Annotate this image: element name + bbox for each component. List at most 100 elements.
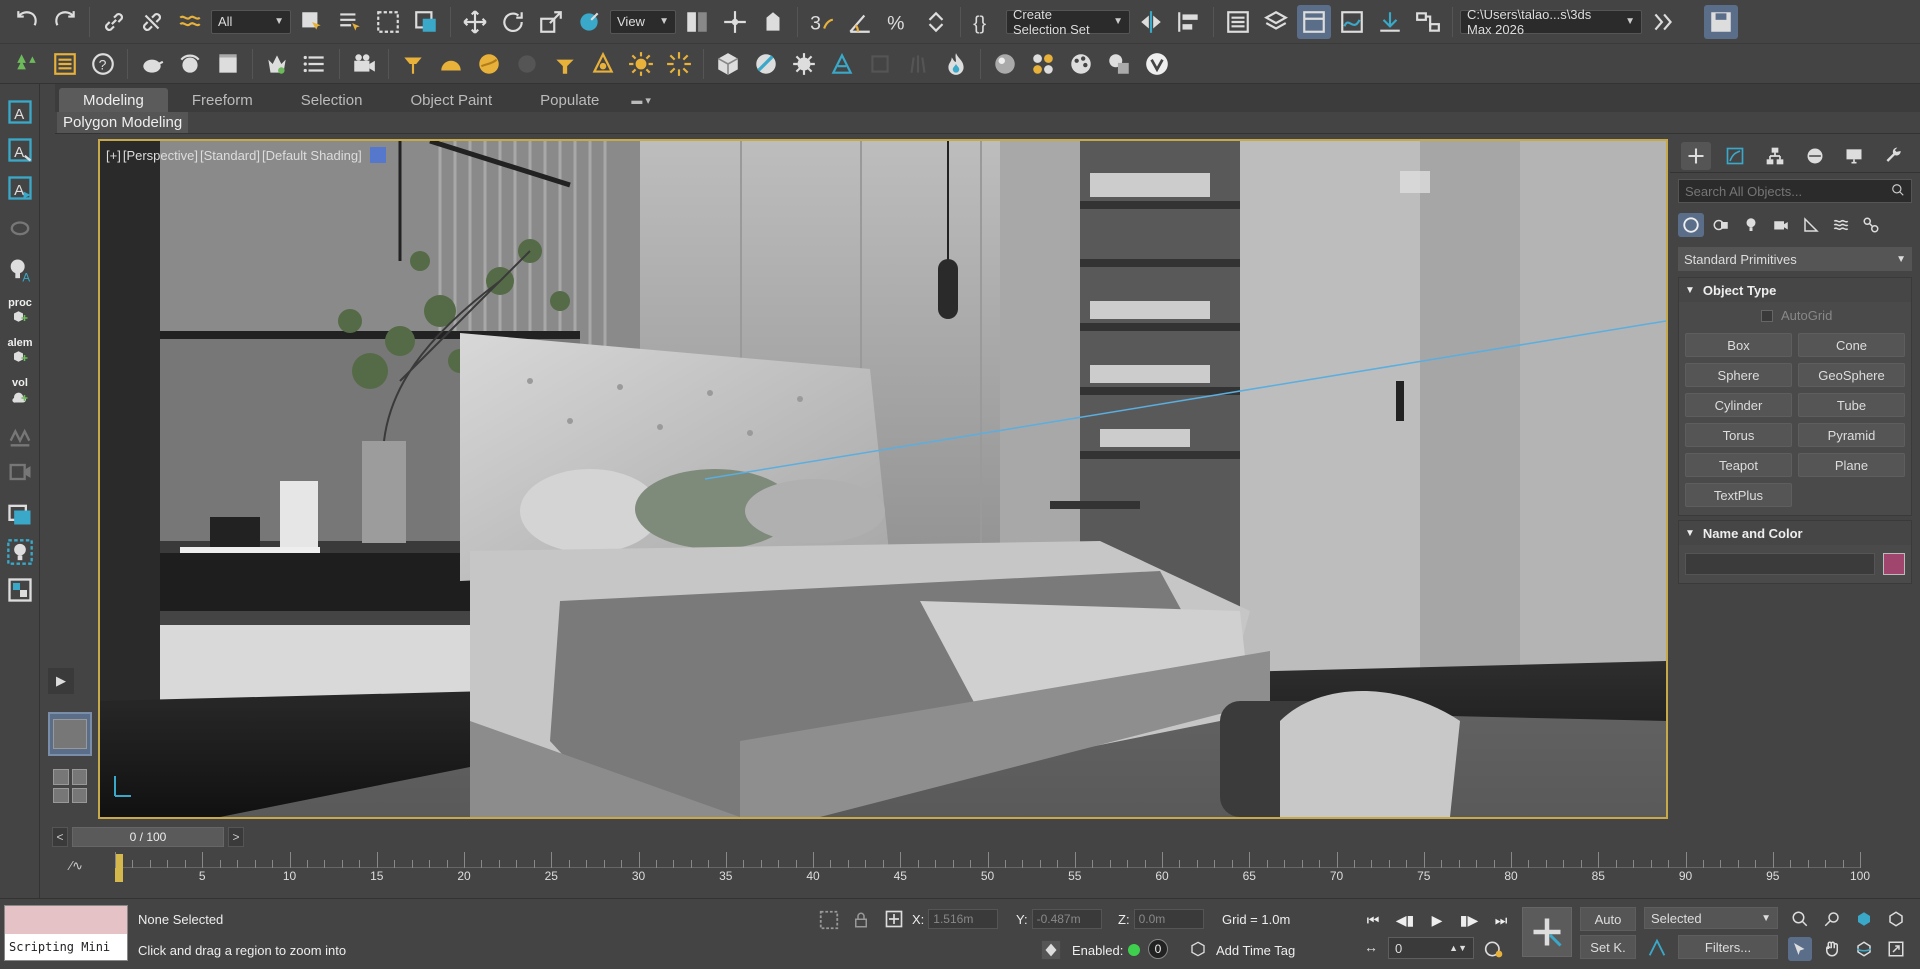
snap-toggle-icon[interactable]: 3 [805,5,839,39]
autogrid-option[interactable]: AutoGrid [1679,302,1911,329]
current-frame-field[interactable]: 0 ▲▼ [1388,937,1474,959]
create-tab-plus-icon[interactable] [1680,141,1711,170]
mirror-icon[interactable] [1134,5,1168,39]
systems-category-icon[interactable] [1858,213,1884,237]
key-filter-dropdown[interactable]: Selected ▼ [1644,907,1778,929]
perspective-viewport[interactable]: [+] [Perspective] [Standard] [Default Sh… [98,139,1668,819]
viewport-standard-menu[interactable]: [Standard] [200,148,260,163]
pivot-center-icon[interactable] [680,5,714,39]
teapot-button[interactable]: Teapot [1685,453,1792,477]
zoom-icon[interactable] [1788,907,1812,931]
y-field[interactable]: -0.487m [1031,909,1102,929]
cameras-category-icon[interactable] [1768,213,1794,237]
render-frame-icon[interactable] [173,47,207,81]
enabled-count-badge[interactable]: 0 [1148,939,1168,959]
x-field[interactable]: 1.516m [928,909,999,929]
ies-light-icon[interactable] [586,47,620,81]
expand-viewport-layouts-button[interactable]: ▶ [48,668,74,694]
cone-button[interactable]: Cone [1798,333,1905,357]
zoom-extents-all-icon[interactable] [1884,907,1908,931]
spotlight-icon[interactable] [396,47,430,81]
schematic-view-icon[interactable] [1411,5,1445,39]
box-button[interactable]: Box [1685,333,1792,357]
time-slider-thumb[interactable]: 0 / 100 [72,827,224,847]
teapot-render-icon[interactable] [135,47,169,81]
object-color-swatch[interactable] [1883,553,1905,575]
modify-tab-icon[interactable] [1720,142,1750,170]
space-warps-category-icon[interactable] [1828,213,1854,237]
select-manipulate-icon[interactable] [718,5,752,39]
text-select-icon[interactable]: A [4,172,36,204]
layer-list-icon[interactable] [48,47,82,81]
object-type-header[interactable]: ▼ Object Type [1679,278,1911,302]
adaptive-degradation-icon[interactable] [1040,939,1062,964]
viewport-label[interactable]: [+] [Perspective] [Standard] [Default Sh… [106,147,386,163]
reference-coordinate-dropdown[interactable]: View ▼ [610,9,676,34]
isolate-selection-icon[interactable] [818,909,840,934]
undo-icon[interactable] [10,5,44,39]
track-bar[interactable]: 5 10 15 20 25 30 35 40 45 50 55 60 65 70 75 80 85 90 95 100 [115,852,1870,888]
selection-lock-icon[interactable] [852,909,870,934]
tab-object-paint[interactable]: Object Paint [386,88,516,112]
next-frame-icon[interactable]: ▮▶ [1458,909,1480,931]
vray-logo-icon[interactable] [1140,47,1174,81]
autogrid-checkbox[interactable] [1761,309,1773,322]
decal-icon[interactable] [749,47,783,81]
save-icon[interactable] [1704,4,1738,39]
time-slider-next-button[interactable]: > [228,827,244,847]
maxscript-input[interactable]: Scripting Mini [5,934,127,960]
keyboard-shortcut-icon[interactable] [756,5,790,39]
sphere-button[interactable]: Sphere [1685,363,1792,387]
camera-icon[interactable] [347,47,381,81]
z-field[interactable]: 0.0m [1133,909,1204,929]
zoom-extents-icon[interactable] [1852,907,1876,931]
material-sphere-icon[interactable] [988,47,1022,81]
time-slider-prev-button[interactable]: < [52,827,68,847]
spinner-icon[interactable]: ▲▼ [1449,943,1467,953]
render-setup-icon[interactable] [1373,5,1407,39]
viewport-shading-menu[interactable]: [Default Shading] [262,148,362,163]
search-input[interactable] [1685,183,1891,199]
zoom-region-icon[interactable] [1788,937,1812,961]
tab-freeform[interactable]: Freeform [168,88,277,112]
set-key-big-button[interactable] [1522,907,1572,957]
lights-category-icon[interactable] [1738,213,1764,237]
motion-tab-icon[interactable] [1800,142,1830,170]
time-tag-icon[interactable] [1190,941,1206,960]
set-key-button[interactable]: Set K. [1580,935,1636,959]
select-object-icon[interactable] [295,5,329,39]
viewport-color-swatch[interactable] [369,147,386,163]
rotate-icon[interactable] [496,5,530,39]
absolute-mode-icon[interactable] [884,909,904,932]
vol-tool-icon[interactable]: vol [4,376,36,408]
align-icon[interactable] [1172,5,1206,39]
go-to-start-icon[interactable]: ⏮ [1362,909,1384,931]
select-by-name-icon[interactable] [333,5,367,39]
pyramid-button[interactable]: Pyramid [1798,423,1905,447]
object-name-field[interactable] [1685,553,1875,575]
name-color-header[interactable]: ▼ Name and Color [1679,521,1911,545]
multi-material-icon[interactable] [1026,47,1060,81]
orbit-icon[interactable] [1852,937,1876,961]
edit-named-selection-icon[interactable]: {} [968,5,1002,39]
zoom-all-icon[interactable] [1820,907,1844,931]
fur-icon[interactable] [787,47,821,81]
sphere-light-icon[interactable] [472,47,506,81]
viewport-layout-quad[interactable] [48,764,92,808]
help-icon[interactable]: ? [86,47,120,81]
scene-states-icon[interactable] [4,498,36,530]
textplus-button[interactable]: TextPlus [1685,483,1792,507]
time-config-arrows-icon[interactable]: ↔ [1364,939,1378,955]
time-configuration-icon[interactable] [1484,939,1504,962]
go-to-end-icon[interactable]: ⏭ [1490,909,1512,931]
overflow-chevron-icon[interactable] [1646,5,1680,39]
pan-hand-icon[interactable] [1820,937,1844,961]
add-time-tag[interactable]: Add Time Tag [1216,943,1295,958]
sun-sky-icon[interactable] [662,47,696,81]
cube-icon[interactable] [711,47,745,81]
proxy-icon[interactable] [825,47,859,81]
light-bulb-icon[interactable]: A [4,254,36,286]
hierarchy-tab-icon[interactable] [1760,142,1790,170]
cylinder-button[interactable]: Cylinder [1685,393,1792,417]
list-icon[interactable] [298,47,332,81]
